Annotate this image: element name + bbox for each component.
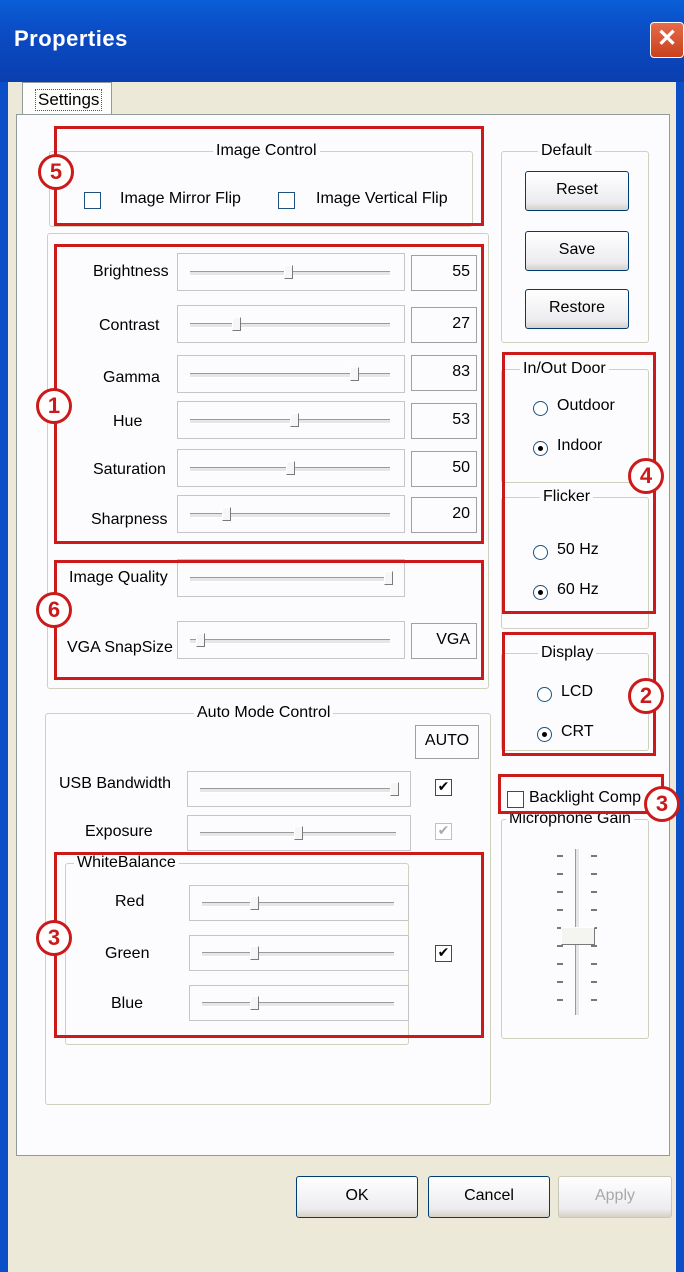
annotation-marker-3-backlight: 3: [644, 786, 680, 822]
annotation-box-3-backlight: [498, 774, 664, 814]
window-title: Properties: [14, 26, 128, 51]
usb-bandwidth-slider-thumb[interactable]: [390, 782, 399, 796]
restore-button[interactable]: Restore: [525, 289, 629, 329]
microphone-gain-slider[interactable]: [537, 845, 617, 1021]
auto-mode-control-label: Auto Mode Control: [194, 704, 334, 722]
reset-button[interactable]: Reset: [525, 171, 629, 211]
annotation-marker-1: 1: [36, 388, 72, 424]
usb-bandwidth-label: USB Bandwidth: [59, 775, 172, 792]
annotation-box-5: [54, 126, 484, 226]
apply-button[interactable]: Apply: [558, 1176, 672, 1218]
tab-settings[interactable]: Settings: [22, 82, 112, 117]
window-right-border: [676, 82, 684, 1272]
annotation-box-3-whitebalance: [54, 852, 484, 1038]
annotation-marker-2: 2: [628, 678, 664, 714]
microphone-gain-thumb[interactable]: [561, 927, 595, 945]
exposure-slider[interactable]: [187, 815, 411, 851]
ok-button[interactable]: OK: [296, 1176, 418, 1218]
exposure-slider-thumb[interactable]: [294, 826, 303, 840]
annotation-marker-6: 6: [36, 592, 72, 628]
annotation-box-6: [54, 560, 484, 680]
save-button[interactable]: Save: [525, 231, 629, 271]
annotation-marker-3-whitebalance: 3: [36, 920, 72, 956]
usb-bandwidth-auto-checkbox[interactable]: ✔: [435, 779, 452, 796]
tab-settings-label: Settings: [35, 89, 103, 111]
cancel-button[interactable]: Cancel: [428, 1176, 550, 1218]
annotation-marker-5: 5: [38, 154, 74, 190]
annotation-box-1: [54, 244, 484, 544]
properties-window: Properties ✕ Settings Image Control Imag…: [0, 0, 684, 1272]
annotation-marker-4: 4: [628, 458, 664, 494]
exposure-label: Exposure: [85, 823, 153, 840]
title-bar[interactable]: Properties ✕: [0, 0, 684, 82]
auto-header: AUTO: [415, 725, 479, 759]
window-left-border: [0, 82, 8, 1272]
default-label: Default: [538, 142, 595, 160]
exposure-auto-checkbox[interactable]: ✔: [435, 823, 452, 840]
usb-bandwidth-slider[interactable]: [187, 771, 411, 807]
close-icon[interactable]: ✕: [650, 22, 684, 58]
